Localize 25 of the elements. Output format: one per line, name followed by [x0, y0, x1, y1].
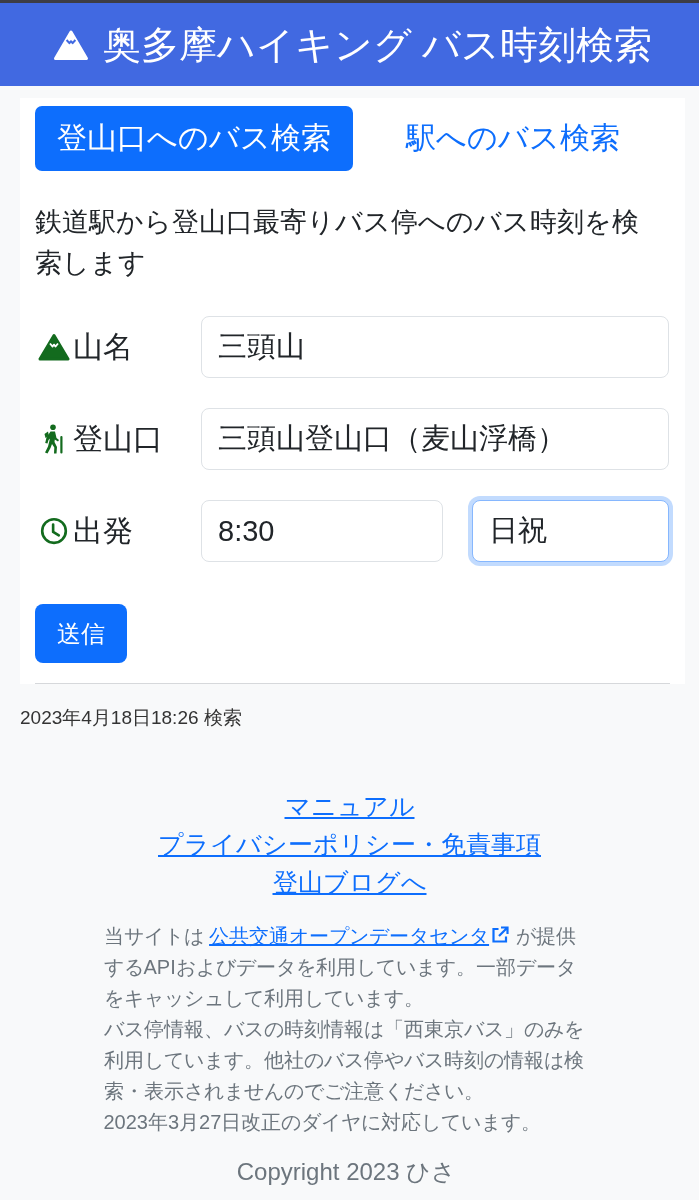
footer-link[interactable]: プライバシーポリシー・免責事項 — [158, 825, 541, 863]
footer-link[interactable]: マニュアル — [284, 787, 415, 825]
notice-text: バス停情報、バスの時刻情報は「西東京バス」のみを利用しています。他社のバス停やバス時刻の情報は検索・表示されませんのでご注意ください。 — [103, 1017, 585, 1104]
field-label: 登山口 — [73, 421, 163, 457]
departure-time-field[interactable]: 8:30 — [201, 500, 443, 562]
day-type-field[interactable]: 日祝 — [471, 500, 669, 562]
tab[interactable]: 駅へのバス検索 — [384, 106, 642, 171]
tab[interactable]: 登山口へのバス検索 — [35, 106, 353, 171]
description-text: 鉄道駅から登山口最寄りバス停へのバス時刻を検索します — [35, 206, 640, 280]
hiker-icon — [43, 424, 65, 454]
field-label: 出発 — [73, 513, 133, 549]
mountain-icon — [38, 333, 70, 361]
app-title: 奥多摩ハイキング バス時刻検索 — [102, 22, 653, 68]
notice-text: 2023年3月27日改正のダイヤに対応しています。 — [103, 1110, 543, 1135]
mountain-icon — [52, 28, 89, 61]
footer-link[interactable]: 登山ブログへ — [272, 863, 427, 901]
data-center-link[interactable]: 公共交通オープンデータセンタ — [209, 925, 511, 947]
copyright-text: Copyright 2023 ひさ — [235, 1157, 458, 1187]
clock-icon — [38, 517, 70, 545]
submit-button[interactable]: 送信 — [35, 604, 127, 663]
field-label: 山名 — [73, 329, 133, 365]
mountain-name-field[interactable]: 三頭山 — [201, 316, 669, 378]
trailhead-field[interactable]: 三頭山登山口（麦山浮橋） — [201, 408, 669, 470]
search-timestamp: 2023年4月18日18:26 検索 — [20, 706, 243, 730]
notice-text: 当サイトは 公共交通オープンデータセンタ が提供するAPIおよびデータを利用しています。一部データをキャッシュして利用しています。 — [103, 924, 577, 1011]
